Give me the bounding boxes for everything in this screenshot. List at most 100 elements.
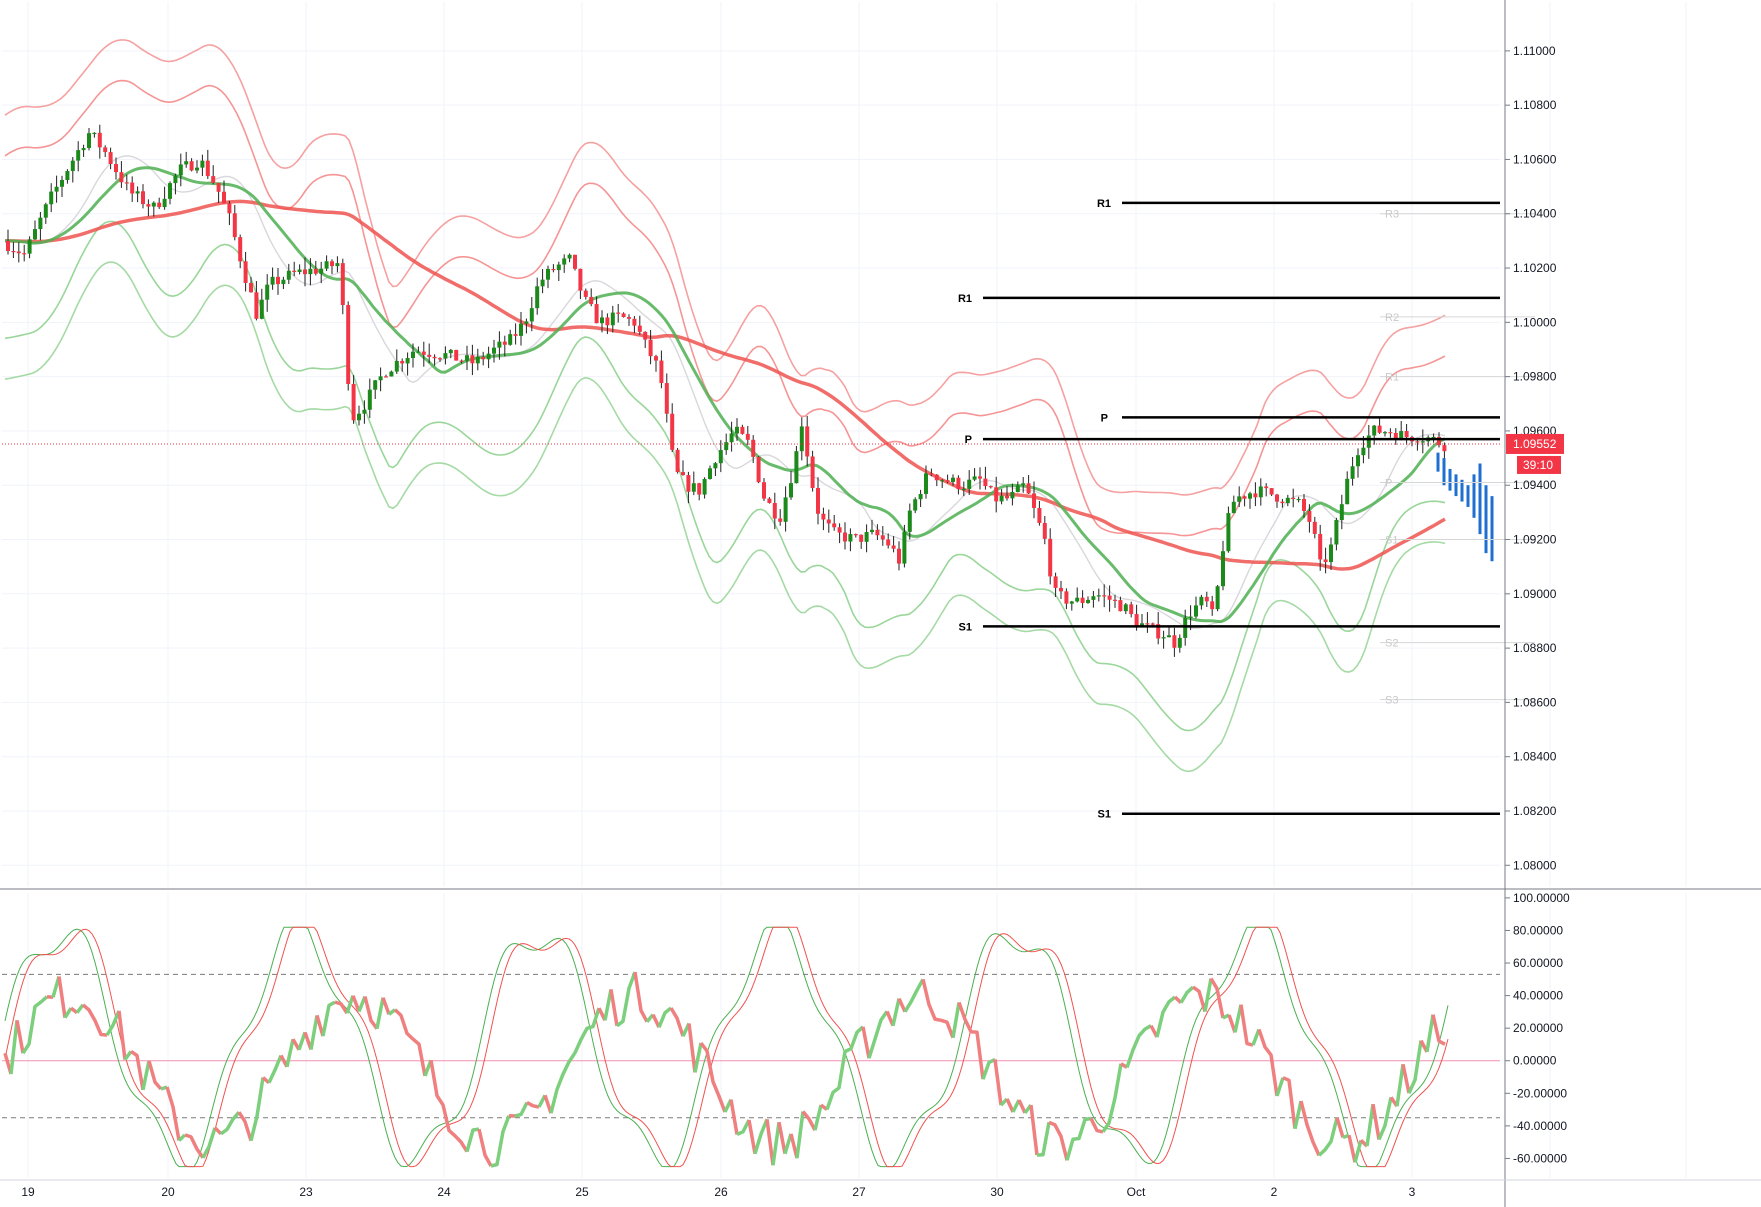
candle-body [1010, 492, 1015, 499]
candle-body [940, 480, 945, 482]
y-tick-label: 1.10400 [1513, 207, 1557, 221]
candle-body [594, 304, 599, 324]
candle-body [146, 204, 151, 207]
candle-body [1059, 587, 1063, 592]
candle-body [1096, 595, 1101, 597]
candle-body [1269, 488, 1274, 495]
candle-body [1048, 538, 1053, 577]
candle-body [297, 269, 302, 272]
candle-body [389, 371, 394, 377]
candle-body [913, 499, 918, 511]
candle-body [691, 483, 696, 492]
candle-body [967, 479, 972, 489]
x-tick-label: Oct [1127, 1185, 1146, 1199]
candle-body [265, 284, 270, 300]
candle-body [1091, 596, 1096, 600]
candle-body [486, 353, 491, 360]
candle-body [1388, 432, 1393, 434]
candle-body [1064, 591, 1069, 604]
candle-body [1172, 635, 1177, 648]
candle-body [762, 482, 766, 499]
candle-body [718, 450, 723, 464]
candle-body [205, 160, 210, 177]
candle-body [551, 268, 556, 271]
pivot-label-faint: S2 [1385, 638, 1398, 650]
y-tick-label: 1.09800 [1513, 370, 1557, 384]
candle-body [443, 353, 448, 359]
candle-body [1366, 435, 1371, 448]
pivot-label-faint: P [1385, 478, 1392, 490]
x-tick-label: 20 [161, 1185, 175, 1199]
candle-body [848, 534, 853, 542]
candle-body [222, 191, 226, 204]
candle-body [616, 312, 621, 314]
candle-body [335, 263, 340, 267]
candle-body [11, 251, 16, 253]
osc-tick-label: 60.00000 [1513, 956, 1563, 970]
candle-body [837, 527, 842, 533]
candle-body [1372, 425, 1377, 436]
candle-body [605, 317, 610, 326]
candle-body [1026, 483, 1031, 494]
x-tick-label: 30 [990, 1185, 1004, 1199]
candle-body [54, 186, 59, 192]
candle-body [1107, 595, 1112, 600]
candle-body [988, 486, 993, 488]
candle-body [729, 433, 734, 443]
candle-body [675, 449, 680, 473]
candle-body [216, 182, 221, 192]
candle-body [767, 498, 772, 503]
y-tick-label: 1.08400 [1513, 750, 1557, 764]
candle-body [254, 292, 259, 319]
x-tick-label: 26 [714, 1185, 728, 1199]
candle-body [648, 339, 653, 357]
pivot-label-faint: R1 [1385, 372, 1399, 384]
candle-body [1113, 599, 1117, 601]
candle-body [1329, 544, 1333, 563]
candle-body [270, 276, 275, 285]
candle-body [1237, 496, 1242, 502]
candle-body [961, 488, 966, 491]
candle-body [243, 261, 248, 283]
candle-body [853, 534, 858, 536]
candle-body [1221, 551, 1225, 587]
candle-body [621, 313, 626, 318]
candle-body [713, 463, 718, 469]
candle-body [60, 180, 64, 187]
candle-body [1210, 601, 1215, 610]
candle-body [529, 308, 534, 322]
candle-body [1075, 597, 1080, 602]
candle-body [816, 487, 820, 514]
candle-body [184, 161, 189, 165]
candle-body [22, 253, 27, 255]
candle-body [821, 513, 826, 520]
osc-tick-label: -20.00000 [1513, 1086, 1567, 1100]
candle-body [567, 254, 572, 259]
candle-body [1258, 486, 1263, 498]
candle-body [367, 389, 372, 410]
candle-body [1339, 504, 1344, 521]
candle-body [1188, 616, 1193, 618]
candle-body [411, 351, 415, 359]
candle-body [740, 426, 745, 434]
candle-body [1177, 637, 1182, 648]
candle-body [189, 161, 194, 171]
y-tick-label: 1.09000 [1513, 587, 1557, 601]
x-tick-label: 24 [437, 1185, 451, 1199]
candle-body [1226, 513, 1231, 552]
candle-body [135, 191, 140, 194]
candle-body [151, 202, 156, 207]
candle-body [49, 191, 54, 205]
candle-body [1404, 431, 1409, 438]
candle-body [540, 279, 545, 287]
candle-body [157, 202, 162, 208]
candle-body [1037, 507, 1042, 523]
osc-tick-label: -60.00000 [1513, 1151, 1567, 1165]
candle-body [583, 290, 588, 297]
pivot-label: R1 [958, 293, 972, 305]
candle-body [907, 510, 912, 532]
candle-body [1150, 623, 1155, 625]
x-tick-label: 2 [1271, 1185, 1278, 1199]
y-tick-label: 1.08800 [1513, 641, 1557, 655]
candle-body [1199, 596, 1204, 606]
